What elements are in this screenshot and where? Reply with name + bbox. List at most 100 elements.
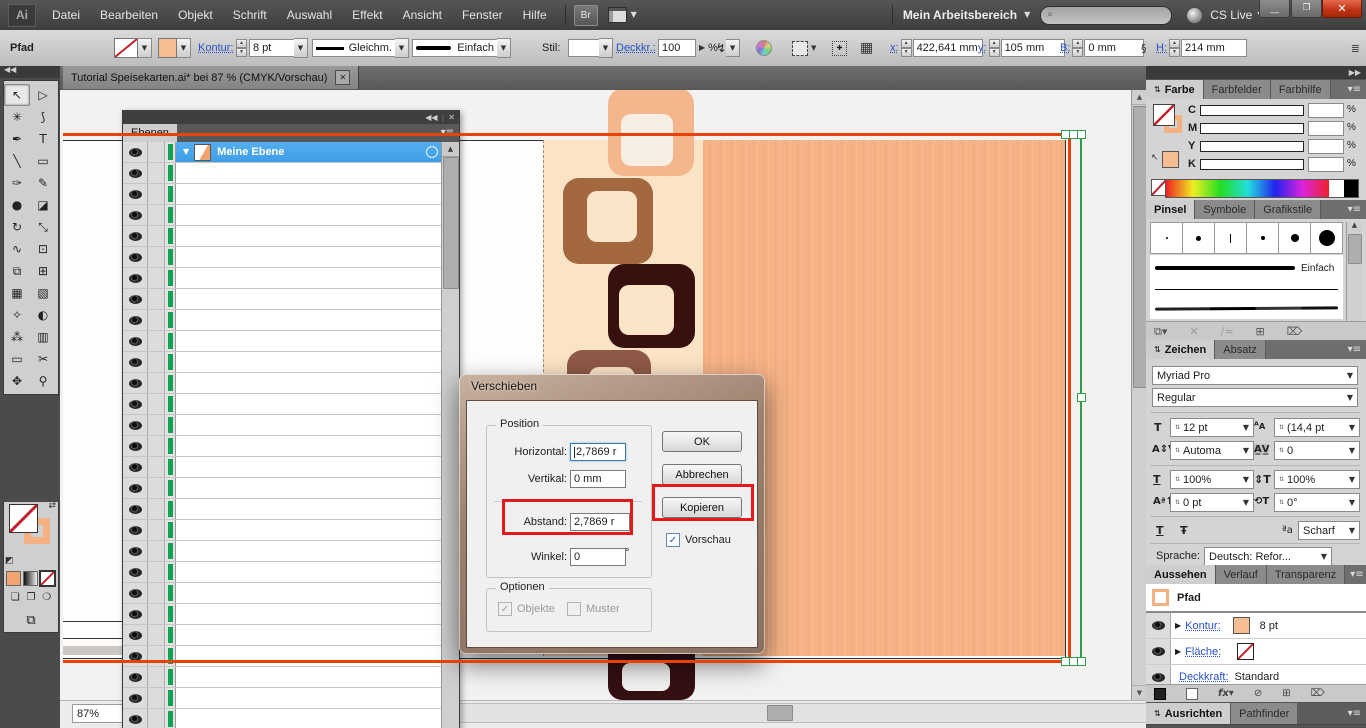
horizontal-field[interactable]: 2,7869 r (570, 443, 626, 461)
select-similar-button[interactable]: ↯▼ (716, 30, 740, 66)
scroll-up-icon[interactable]: ▲ (442, 142, 459, 157)
layer-row-pfad[interactable] (123, 373, 459, 394)
brush-row-charcoal[interactable] (1150, 297, 1343, 319)
tab-absatz[interactable]: Absatz (1215, 340, 1266, 359)
visibility-toggle[interactable] (123, 520, 148, 540)
lock-toggle[interactable] (148, 352, 165, 372)
visibility-toggle[interactable] (123, 226, 148, 246)
tab-pinsel[interactable]: Pinsel (1146, 200, 1195, 219)
appearance-item-row[interactable]: Pfad (1146, 584, 1366, 613)
eye-icon[interactable] (1152, 673, 1165, 682)
slice-tool[interactable]: ✂ (30, 348, 56, 370)
layer-row-pfad[interactable] (123, 520, 459, 541)
eyedropper-tool[interactable]: ✧ (4, 304, 30, 326)
lasso-tool[interactable]: ⟆ (30, 106, 56, 128)
channel-slider-Y[interactable] (1200, 141, 1304, 152)
disclosure-triangle-icon[interactable]: ▼ (183, 148, 189, 156)
layer-row-pfad[interactable] (123, 625, 459, 646)
lock-toggle[interactable] (148, 289, 165, 309)
selection-tool[interactable]: ↖ (4, 84, 30, 106)
lock-toggle[interactable] (148, 478, 165, 498)
shape-builder-tool[interactable]: ⧉ (4, 260, 30, 282)
brush-swatch[interactable] (1311, 222, 1343, 254)
paintbrush-tool[interactable]: ✑ (4, 172, 30, 194)
new-stroke-icon[interactable] (1154, 688, 1166, 700)
winkel-field[interactable]: 0 (570, 548, 626, 566)
tab-farbe[interactable]: ⇅Farbe (1146, 80, 1204, 99)
document-tab[interactable]: Tutorial Speisekarten.ai* bei 87 % (CMYK… (63, 66, 359, 89)
visibility-toggle[interactable] (123, 562, 148, 582)
hand-tool[interactable]: ✥ (4, 370, 30, 392)
collapse-tools-icon[interactable]: ◀◀ (0, 66, 64, 78)
visibility-toggle[interactable] (123, 289, 148, 309)
kontur-swatch[interactable] (1233, 617, 1250, 634)
brush-swatch[interactable] (1247, 222, 1279, 254)
stepper[interactable]: ▲▼ (1169, 39, 1180, 57)
tab-aussehen[interactable]: Aussehen (1146, 565, 1216, 584)
lock-toggle[interactable] (148, 163, 165, 183)
lock-toggle[interactable] (148, 457, 165, 477)
zeichen-panel-menu-icon[interactable]: ▾≡ (1343, 340, 1366, 359)
expand-dock-icon[interactable]: ▶▶ (1146, 66, 1366, 79)
visibility-toggle[interactable] (123, 163, 148, 183)
font-family-select[interactable]: Myriad Pro▼ (1152, 366, 1358, 385)
abbrechen-button[interactable]: Abbrechen (662, 464, 742, 485)
layers-scrollbar[interactable]: ▲ (441, 142, 459, 728)
layer-row-pfad[interactable] (123, 583, 459, 604)
tab-transparenz[interactable]: Transparenz (1267, 565, 1345, 584)
scroll-up-icon[interactable]: ▲ (1132, 90, 1147, 105)
transform-field-B[interactable]: B:▲▼0 mm (1060, 30, 1144, 66)
channel-value-K[interactable] (1308, 157, 1344, 172)
brush-swatch[interactable] (1279, 222, 1311, 254)
selection-handle[interactable] (1077, 393, 1086, 402)
lock-toggle[interactable] (148, 415, 165, 435)
stepper[interactable]: ▲▼ (901, 39, 912, 57)
lock-toggle[interactable] (148, 709, 165, 728)
gradient-tool[interactable]: ▧ (30, 282, 56, 304)
tab-ausrichten[interactable]: ⇅Ausrichten (1146, 703, 1231, 724)
tab-pathfinder[interactable]: Pathfinder (1231, 703, 1298, 724)
tab-zeichen[interactable]: ⇅Zeichen (1146, 340, 1215, 359)
leading-select[interactable]: ⇅(14,4 pt▼ (1274, 418, 1360, 437)
layer-row-pfad[interactable] (123, 667, 459, 688)
perspective-grid-tool[interactable]: ⊞ (30, 260, 56, 282)
visibility-toggle[interactable] (123, 352, 148, 372)
visibility-toggle[interactable] (123, 331, 148, 351)
stroke-color-well[interactable]: ▼ (114, 30, 152, 66)
tab-symbole[interactable]: Symbole (1195, 200, 1255, 219)
blob-brush-tool[interactable]: ● (4, 194, 30, 216)
lock-toggle[interactable] (148, 436, 165, 456)
brush-swatch[interactable] (1150, 222, 1183, 254)
lock-toggle[interactable] (148, 688, 165, 708)
strikethrough-icon[interactable]: Ŧ (1180, 524, 1188, 537)
arrange-documents-button[interactable]: ▼ (608, 7, 637, 23)
draw-behind-button[interactable]: ❐ (27, 593, 36, 603)
lock-toggle[interactable] (148, 520, 165, 540)
scroll-down-icon[interactable]: ▼ (1132, 685, 1147, 700)
visibility-toggle[interactable] (123, 268, 148, 288)
tab-grafikstile[interactable]: Grafikstile (1255, 200, 1321, 219)
expand-icon[interactable]: ▶ (1175, 648, 1181, 656)
flaeche-none-swatch[interactable] (1237, 643, 1254, 660)
vertical-scrollbar[interactable]: ▲ ▼ (1131, 90, 1147, 700)
visibility-toggle[interactable] (123, 583, 148, 603)
lock-toggle[interactable] (148, 667, 165, 687)
lock-toggle[interactable] (148, 142, 165, 162)
layer-row-pfad[interactable] (123, 184, 459, 205)
visibility-toggle[interactable] (123, 205, 148, 225)
visibility-toggle[interactable] (123, 436, 148, 456)
visibility-toggle[interactable] (123, 373, 148, 393)
layer-row-pfad[interactable] (123, 478, 459, 499)
transform-field-value[interactable]: 422,641 mm (913, 39, 983, 57)
blend-tool[interactable]: ◐ (30, 304, 56, 326)
visibility-toggle[interactable] (123, 709, 148, 728)
align-button[interactable]: ▼ (792, 30, 816, 66)
duplicate-item-icon[interactable]: ⊞ (1282, 689, 1290, 699)
visibility-toggle[interactable] (123, 604, 148, 624)
lock-toggle[interactable] (148, 562, 165, 582)
type-tool[interactable]: T (30, 128, 56, 150)
channel-value-Y[interactable] (1308, 139, 1344, 154)
constrain-proportions-button[interactable]: § (1141, 30, 1147, 66)
layer-row-pfad[interactable] (123, 709, 459, 728)
swap-fill-stroke-icon[interactable]: ⇄ (48, 502, 56, 511)
